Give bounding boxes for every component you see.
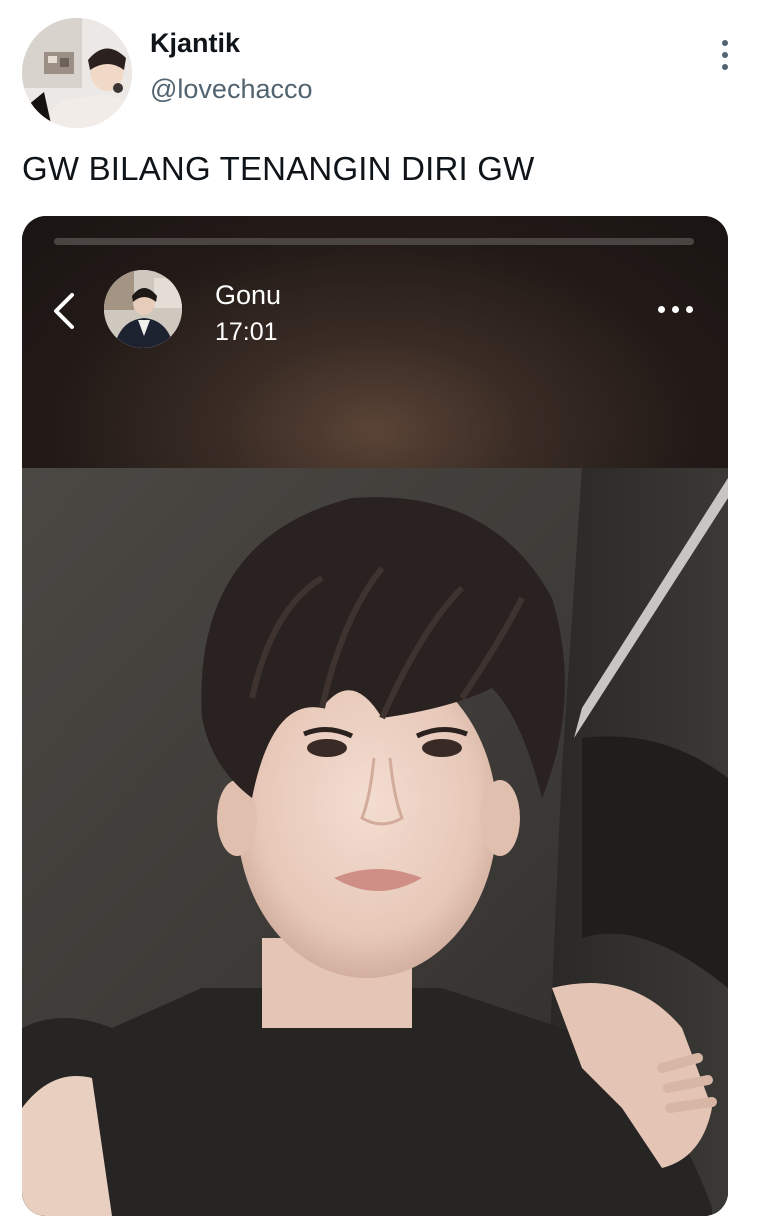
author-avatar-image	[22, 18, 132, 128]
author-avatar[interactable]	[22, 18, 132, 128]
story-avatar-image	[104, 270, 182, 348]
story-username[interactable]: Gonu	[215, 280, 281, 311]
more-vertical-icon[interactable]	[712, 38, 740, 72]
author-handle[interactable]: @lovechacco	[150, 74, 313, 105]
story-progress-bar	[54, 238, 694, 245]
tweet-media[interactable]: Gonu 17:01	[22, 216, 728, 1216]
story-timestamp: 17:01	[215, 318, 278, 346]
story-header: Gonu 17:01	[22, 216, 728, 468]
more-horizontal-icon[interactable]	[656, 302, 696, 316]
story-photo	[22, 468, 728, 1216]
tweet-header: Kjantik @lovechacco	[0, 0, 771, 140]
story-avatar[interactable]	[104, 270, 182, 348]
author-display-name[interactable]: Kjantik	[150, 28, 240, 59]
tweet-text: GW BILANG TENANGIN DIRI GW	[22, 150, 535, 187]
chevron-left-icon[interactable]	[50, 291, 78, 331]
